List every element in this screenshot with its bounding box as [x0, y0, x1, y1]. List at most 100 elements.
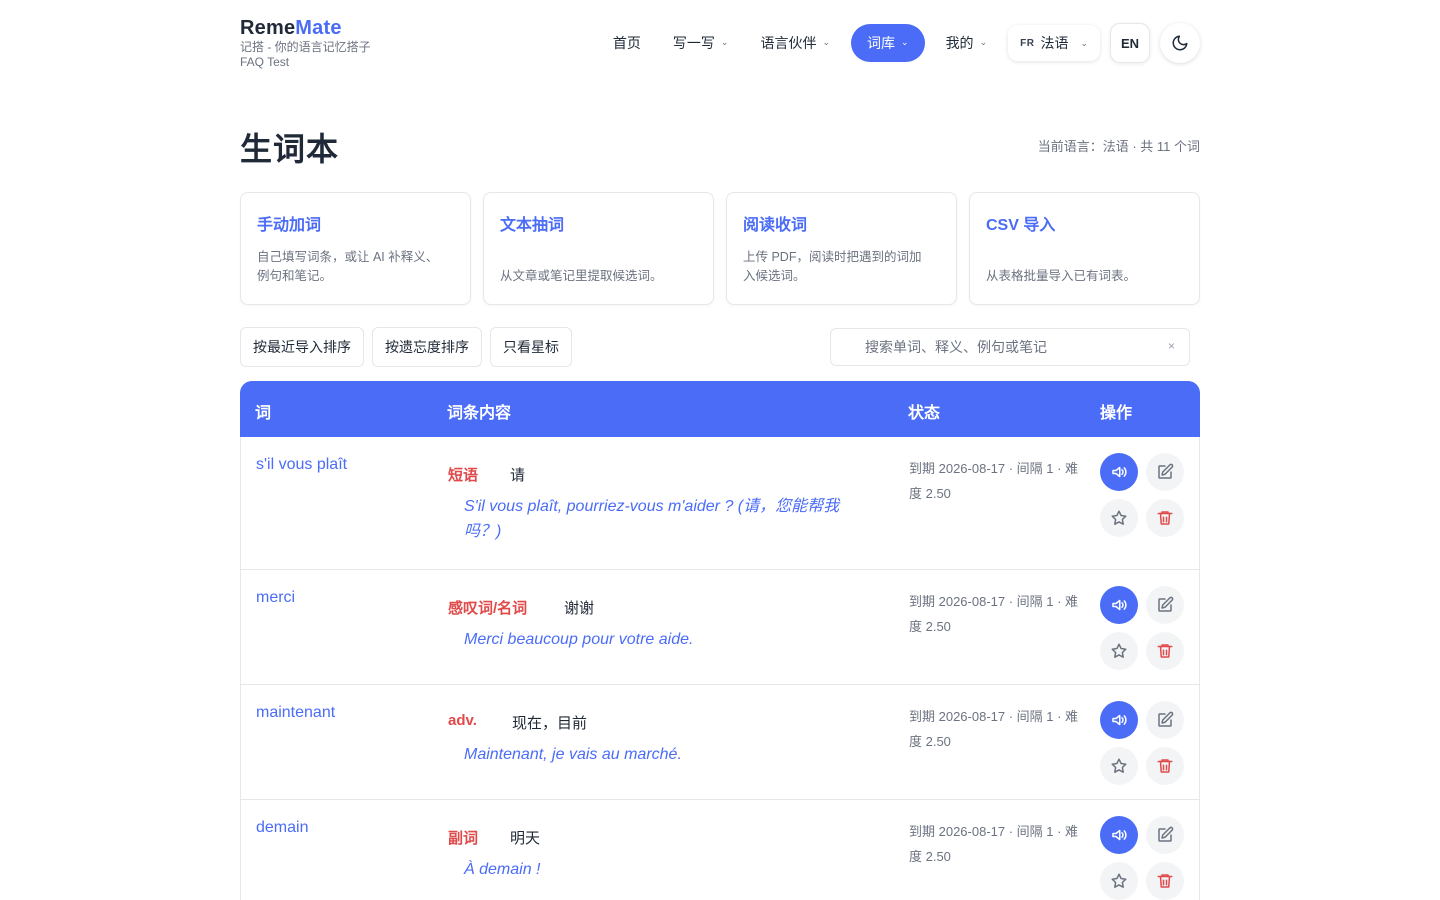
example-sentence: Maintenant, je vais au marché. — [464, 746, 682, 763]
header-content: 词条内容 — [447, 405, 512, 422]
moon-icon — [1172, 35, 1188, 51]
delete-button[interactable] — [1146, 862, 1184, 900]
card-desc: 上传 PDF，阅读时把遇到的词加入候选词。 — [743, 250, 922, 283]
table-header: 词 词条内容 状态 操作 — [240, 381, 1200, 437]
trash-icon — [1157, 874, 1173, 888]
trash-icon — [1157, 644, 1173, 658]
chevron-down-icon: ⌄ — [720, 36, 729, 47]
clear-search-button[interactable]: × — [1168, 339, 1175, 353]
vocabulary-table: 词 词条内容 状态 操作 s'il vous plaît 短语 请 S'il v… — [240, 381, 1200, 900]
brand[interactable]: RemeMate 记搭 - 你的语言记忆搭子 FAQ Test — [240, 16, 371, 70]
part-of-speech: 感叹词/名词 — [448, 600, 528, 617]
edit-icon — [1158, 463, 1174, 479]
star-icon — [1111, 758, 1127, 773]
brand-name-part-b: Mate — [295, 17, 342, 39]
theme-toggle-button[interactable] — [1160, 23, 1200, 63]
star-icon — [1111, 643, 1127, 658]
part-of-speech: 短语 — [448, 467, 479, 484]
card-text-extract[interactable]: 文本抽词 从文章或笔记里提取候选词。 — [483, 192, 714, 305]
pronounce-button[interactable] — [1100, 586, 1138, 624]
starred-only-button[interactable]: 只看星标 — [490, 327, 572, 367]
nav-home[interactable]: 首页 — [602, 24, 652, 62]
main-nav: 首页 写一写 ⌄ 语言伙伴 ⌄ 词库 ⌄ 我的 ⌄ FR 法语 ⌄ EN — [602, 23, 1200, 63]
edit-button[interactable] — [1146, 586, 1184, 624]
nav-write[interactable]: 写一写 ⌄ — [662, 24, 740, 62]
language-code: FR — [1020, 37, 1035, 49]
chevron-down-icon: ⌄ — [979, 36, 988, 47]
nav-vocabulary[interactable]: 词库 ⌄ — [851, 24, 925, 62]
header-status: 状态 — [908, 405, 941, 422]
search-input[interactable] — [865, 329, 1165, 365]
card-desc: 从表格批量导入已有词表。 — [986, 269, 1137, 283]
delete-button[interactable] — [1146, 747, 1184, 785]
edit-button[interactable] — [1146, 701, 1184, 739]
chevron-down-icon: ⌄ — [1080, 37, 1088, 48]
delete-button[interactable] — [1146, 632, 1184, 670]
trash-icon — [1157, 759, 1173, 773]
star-button[interactable] — [1100, 862, 1138, 900]
speaker-icon — [1112, 714, 1127, 726]
table-row: demain 副词 明天 À demain ! 到期 2026-08-17 · … — [240, 800, 1200, 900]
language-select[interactable]: FR 法语 ⌄ — [1008, 25, 1100, 61]
language-label: 法语 — [1040, 35, 1069, 51]
pronounce-button[interactable] — [1100, 701, 1138, 739]
edit-button[interactable] — [1146, 453, 1184, 491]
nav-write-label: 写一写 — [672, 35, 715, 51]
sort-recent-button[interactable]: 按最近导入排序 — [240, 327, 364, 367]
word-link[interactable]: demain — [256, 819, 308, 837]
pronounce-button[interactable] — [1100, 453, 1138, 491]
filter-toolbar: 按最近导入排序 按遗忘度排序 只看星标 — [240, 327, 572, 367]
search-box: × — [830, 328, 1190, 366]
table-row: merci 感叹词/名词 谢谢 Merci beaucoup pour votr… — [240, 570, 1200, 685]
star-button[interactable] — [1100, 747, 1138, 785]
card-title: 文本抽词 — [500, 217, 565, 234]
example-sentence: À demain ! — [464, 861, 541, 878]
pronounce-button[interactable] — [1100, 816, 1138, 854]
meaning: 请 — [510, 467, 526, 484]
card-reading-collect[interactable]: 阅读收词 上传 PDF，阅读时把遇到的词加入候选词。 — [726, 192, 957, 305]
nav-partner-label: 语言伙伴 — [760, 35, 817, 51]
brand-name-part-a: Reme — [240, 17, 296, 39]
brand-name: RemeMate — [240, 16, 371, 40]
star-button[interactable] — [1100, 632, 1138, 670]
header-actions: 操作 — [1100, 405, 1133, 422]
top-header: RemeMate 记搭 - 你的语言记忆搭子 FAQ Test 首页 写一写 ⌄ … — [240, 16, 1200, 72]
nav-language-partner[interactable]: 语言伙伴 ⌄ — [749, 24, 841, 62]
review-status: 到期 2026-08-17 · 间隔 1 · 难度 2.50 — [909, 594, 1079, 634]
star-icon — [1111, 873, 1127, 888]
star-button[interactable] — [1100, 499, 1138, 537]
sort-forgetting-button[interactable]: 按遗忘度排序 — [372, 327, 482, 367]
card-desc: 从文章或笔记里提取候选词。 — [500, 269, 663, 283]
meaning: 现在，目前 — [512, 715, 588, 732]
review-status: 到期 2026-08-17 · 间隔 1 · 难度 2.50 — [909, 461, 1079, 501]
page-meta: 当前语言：法语 · 共 11 个词 — [1037, 139, 1200, 154]
brand-tagline: 记搭 - 你的语言记忆搭子 — [240, 40, 371, 54]
nav-mine-label: 我的 — [945, 35, 974, 51]
brand-subtitle: FAQ Test — [240, 55, 290, 69]
example-sentence: Merci beaucoup pour votre aide. — [464, 631, 694, 648]
card-manual-add[interactable]: 手动加词 自己填写词条，或让 AI 补释义、例句和笔记。 — [240, 192, 471, 305]
ui-language-button[interactable]: EN — [1110, 23, 1150, 63]
word-link[interactable]: maintenant — [256, 704, 335, 722]
speaker-icon — [1112, 599, 1127, 611]
table-row: s'il vous plaît 短语 请 S'il vous plaît, po… — [240, 437, 1200, 570]
nav-mine[interactable]: 我的 ⌄ — [935, 24, 999, 62]
table-row: maintenant adv. 现在，目前 Maintenant, je vai… — [240, 685, 1200, 800]
star-icon — [1111, 510, 1127, 525]
review-status: 到期 2026-08-17 · 间隔 1 · 难度 2.50 — [909, 824, 1079, 864]
nav-vocabulary-label: 词库 — [867, 35, 896, 51]
card-csv-import[interactable]: CSV 导入 从表格批量导入已有词表。 — [969, 192, 1200, 305]
trash-icon — [1157, 511, 1173, 525]
card-title: 阅读收词 — [743, 217, 808, 234]
edit-button[interactable] — [1146, 816, 1184, 854]
word-link[interactable]: s'il vous plaît — [256, 456, 347, 474]
card-title: 手动加词 — [257, 217, 322, 234]
speaker-icon — [1112, 466, 1127, 478]
delete-button[interactable] — [1146, 499, 1184, 537]
word-link[interactable]: merci — [256, 589, 295, 607]
part-of-speech: adv. — [448, 712, 477, 729]
meaning: 谢谢 — [564, 600, 595, 617]
meaning: 明天 — [510, 830, 541, 847]
page-title: 生词本 — [240, 131, 340, 167]
part-of-speech: 副词 — [448, 830, 479, 847]
